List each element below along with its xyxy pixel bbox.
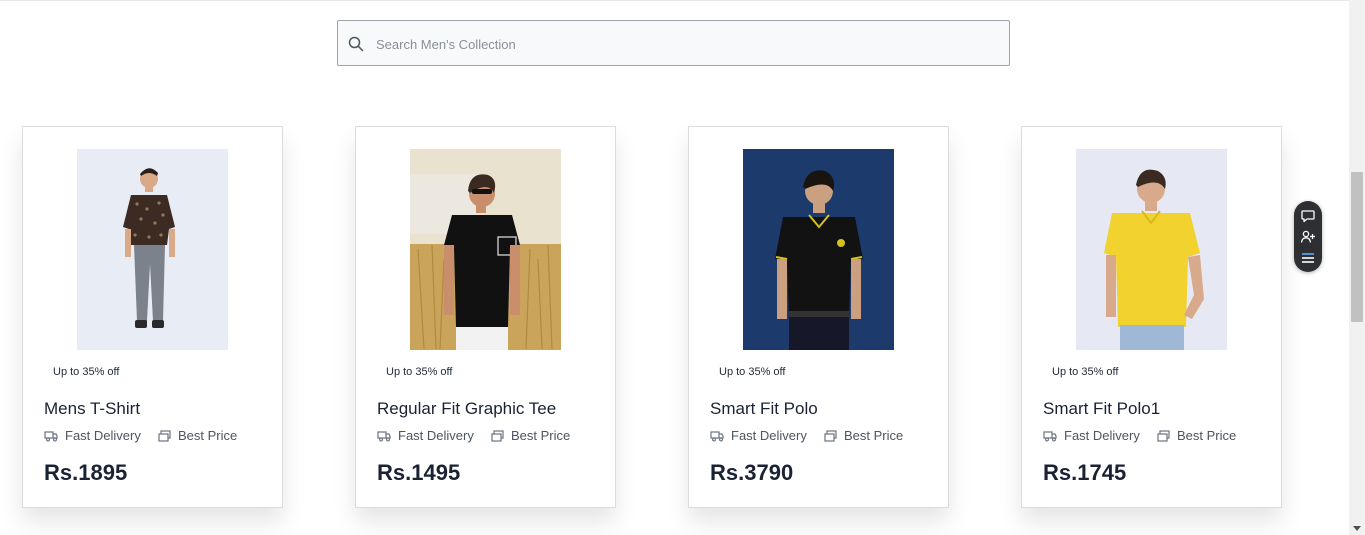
product-card[interactable]: Up to 35% off Regular Fit Graphic Tee Fa… bbox=[355, 126, 616, 508]
list-icon[interactable] bbox=[1300, 250, 1316, 266]
search-input[interactable] bbox=[374, 21, 998, 67]
search-bar[interactable] bbox=[337, 20, 1010, 67]
product-price: Rs.1895 bbox=[44, 460, 128, 485]
feature-label: Fast Delivery bbox=[731, 428, 807, 443]
discount-badge: Up to 35% off bbox=[1052, 366, 1119, 378]
feature-label: Best Price bbox=[1177, 428, 1237, 443]
product-title[interactable]: Regular Fit Graphic Tee bbox=[377, 399, 556, 419]
product-image[interactable] bbox=[1076, 149, 1227, 350]
chat-icon[interactable] bbox=[1300, 208, 1316, 224]
header-divider bbox=[0, 0, 1349, 1]
vertical-scrollbar[interactable] bbox=[1349, 0, 1365, 535]
product-card[interactable]: Up to 35% off Smart Fit Polo Fast Delive… bbox=[688, 126, 949, 508]
feature-best-price: Best Price bbox=[824, 428, 903, 443]
feature-label: Fast Delivery bbox=[65, 428, 141, 443]
product-price: Rs.1745 bbox=[1043, 460, 1127, 485]
feature-label: Fast Delivery bbox=[398, 428, 474, 443]
product-image[interactable] bbox=[410, 149, 561, 350]
feature-best-price: Best Price bbox=[491, 428, 570, 443]
feature-fast-delivery: Fast Delivery bbox=[710, 428, 807, 443]
feature-best-price: Best Price bbox=[1157, 428, 1236, 443]
scroll-down-arrow-icon[interactable] bbox=[1353, 526, 1361, 531]
feature-label: Best Price bbox=[178, 428, 238, 443]
product-price: Rs.3790 bbox=[710, 460, 794, 485]
truck-icon bbox=[710, 430, 724, 441]
feature-label: Fast Delivery bbox=[1064, 428, 1140, 443]
product-card[interactable]: Up to 35% off Smart Fit Polo1 Fast Deliv… bbox=[1021, 126, 1282, 508]
product-title[interactable]: Smart Fit Polo1 bbox=[1043, 399, 1160, 419]
truck-icon bbox=[1043, 430, 1057, 441]
truck-icon bbox=[44, 430, 58, 441]
scrollbar-thumb[interactable] bbox=[1351, 172, 1363, 322]
product-price: Rs.1495 bbox=[377, 460, 461, 485]
search-icon bbox=[348, 36, 364, 52]
feature-best-price: Best Price bbox=[158, 428, 237, 443]
price-tag-icon bbox=[491, 429, 504, 442]
feature-label: Best Price bbox=[844, 428, 904, 443]
discount-badge: Up to 35% off bbox=[719, 366, 786, 378]
price-tag-icon bbox=[824, 429, 837, 442]
feature-fast-delivery: Fast Delivery bbox=[1043, 428, 1140, 443]
discount-badge: Up to 35% off bbox=[386, 366, 453, 378]
product-image[interactable] bbox=[77, 149, 228, 350]
product-title[interactable]: Mens T-Shirt bbox=[44, 399, 140, 419]
add-user-icon[interactable] bbox=[1300, 229, 1316, 245]
floating-action-widget bbox=[1294, 201, 1322, 272]
product-image[interactable] bbox=[743, 149, 894, 350]
price-tag-icon bbox=[158, 429, 171, 442]
truck-icon bbox=[377, 430, 391, 441]
discount-badge: Up to 35% off bbox=[53, 366, 120, 378]
feature-label: Best Price bbox=[511, 428, 571, 443]
product-card[interactable]: Up to 35% off Mens T-Shirt Fast Delivery… bbox=[22, 126, 283, 508]
price-tag-icon bbox=[1157, 429, 1170, 442]
feature-fast-delivery: Fast Delivery bbox=[377, 428, 474, 443]
feature-fast-delivery: Fast Delivery bbox=[44, 428, 141, 443]
product-title[interactable]: Smart Fit Polo bbox=[710, 399, 818, 419]
